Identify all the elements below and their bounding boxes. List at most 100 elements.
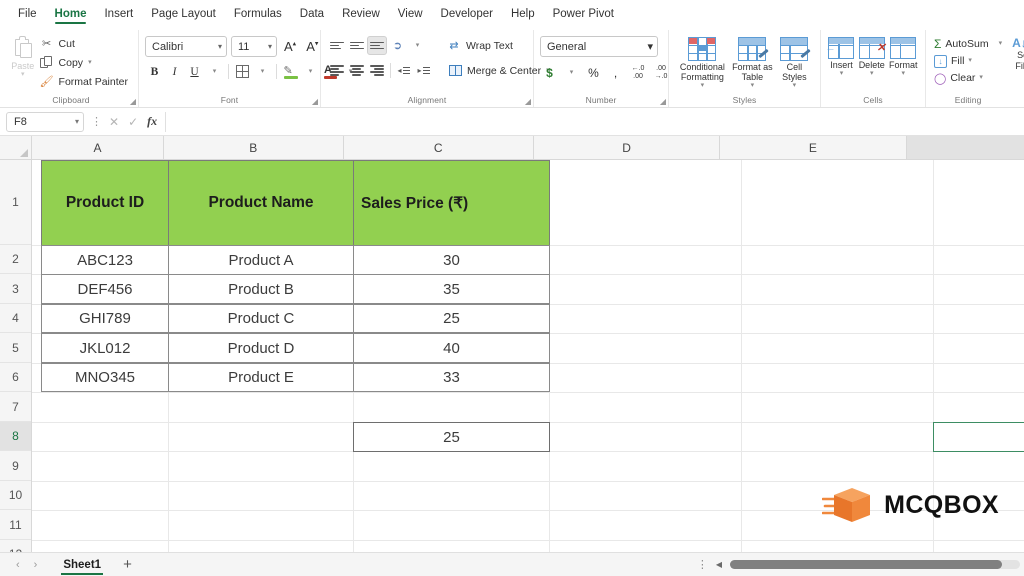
row-header-3[interactable]: 3 <box>0 274 31 304</box>
paste-button[interactable]: Paste ▾ <box>10 32 36 78</box>
delete-cells-button[interactable]: ✕ Delete ▾ <box>856 34 888 77</box>
row-header-11[interactable]: 11 <box>0 510 31 540</box>
row-header-9[interactable]: 9 <box>0 451 31 481</box>
cell-B6[interactable]: Product E <box>168 363 354 392</box>
conditional-formatting-button[interactable]: Conditional Formatting ▾ <box>675 34 730 89</box>
horizontal-scrollbar[interactable] <box>730 560 1020 569</box>
menu-tab-formulas[interactable]: Formulas <box>226 4 290 24</box>
next-sheet-button[interactable]: › <box>34 559 38 571</box>
decrease-decimal-button[interactable]: .00→.0 <box>651 63 671 82</box>
cell-C1-sales-price[interactable]: Sales Price (₹) <box>353 160 550 246</box>
bold-button[interactable]: B <box>145 62 164 81</box>
orientation-dropdown[interactable]: ▾ <box>408 36 427 55</box>
currency-dropdown[interactable]: ▾ <box>562 63 581 82</box>
cancel-icon[interactable]: ✕ <box>109 115 119 129</box>
format-painter-button[interactable]: 🖌 Format Painter <box>36 73 132 90</box>
clipboard-dialog-launcher[interactable]: ◢ <box>130 97 136 106</box>
sheet-tab-sheet1[interactable]: Sheet1 <box>53 559 111 571</box>
cell-C5[interactable]: 40 <box>353 333 550 363</box>
wrap-text-button[interactable]: ⇄ Wrap Text <box>443 37 517 54</box>
cell-C6[interactable]: 33 <box>353 363 550 392</box>
format-cells-button[interactable]: Format ▾ <box>887 34 919 77</box>
increase-decimal-button[interactable]: ←.0.00 <box>628 63 648 82</box>
menu-tab-page-layout[interactable]: Page Layout <box>143 4 224 24</box>
borders-button[interactable] <box>233 62 252 81</box>
menu-tab-power-pivot[interactable]: Power Pivot <box>545 4 622 24</box>
menu-tab-insert[interactable]: Insert <box>96 4 141 24</box>
row-header-4[interactable]: 4 <box>0 304 31 333</box>
cell-C8-result[interactable]: 25 <box>353 422 550 452</box>
cell-A1-product-id[interactable]: Product ID <box>41 160 169 246</box>
scrollbar-thumb[interactable] <box>730 560 1002 569</box>
name-box[interactable]: F8 ▾ <box>6 112 84 132</box>
number-format-select[interactable]: General ▾ <box>540 36 658 57</box>
selected-cell-F8[interactable] <box>933 422 1024 452</box>
menu-tab-data[interactable]: Data <box>292 4 332 24</box>
sort-filter-button[interactable]: A↓▼ Sort Filter <box>1010 30 1024 107</box>
add-sheet-button[interactable]: + <box>111 556 144 573</box>
chevron-down-icon[interactable]: ▾ <box>999 41 1003 47</box>
comma-style-button[interactable]: , <box>606 63 625 82</box>
chevron-down-icon[interactable]: ▾ <box>979 75 983 81</box>
cell-B3[interactable]: Product B <box>168 274 354 304</box>
column-header-d[interactable]: D <box>534 136 720 159</box>
font-size-select[interactable]: 11 ▾ <box>231 36 277 57</box>
align-right-button[interactable] <box>367 61 386 80</box>
column-header-b[interactable]: B <box>164 136 344 159</box>
menu-tab-view[interactable]: View <box>390 4 431 24</box>
cell-C2[interactable]: 30 <box>353 245 550 275</box>
scrollbar-grip[interactable]: ⋮ <box>697 558 708 571</box>
row-header-10[interactable]: 10 <box>0 481 31 510</box>
align-bottom-button[interactable] <box>367 36 387 55</box>
chevron-down-icon[interactable]: ▾ <box>968 58 972 64</box>
cell-A6[interactable]: MNO345 <box>41 363 169 392</box>
autosum-button[interactable]: Σ AutoSum ▾ <box>932 35 1004 52</box>
cell-styles-button[interactable]: Cell Styles ▾ <box>775 34 814 89</box>
menu-tab-home[interactable]: Home <box>47 4 95 24</box>
column-header-f[interactable] <box>907 136 1024 159</box>
percent-style-button[interactable]: % <box>584 63 603 82</box>
fill-color-button[interactable]: ✎ <box>281 62 300 81</box>
copy-button[interactable]: Copy ▾ <box>36 54 132 71</box>
cell-A2[interactable]: ABC123 <box>41 245 169 275</box>
column-header-a[interactable]: A <box>32 136 164 159</box>
align-middle-button[interactable] <box>347 36 366 55</box>
insert-cells-button[interactable]: ← Insert ▾ <box>827 34 856 77</box>
font-name-select[interactable]: Calibri ▾ <box>145 36 227 57</box>
row-header-7[interactable]: 7 <box>0 392 31 422</box>
decrease-indent-button[interactable]: ◂ <box>395 61 414 80</box>
chevron-down-icon[interactable]: ▾ <box>21 72 25 78</box>
cell-A5[interactable]: JKL012 <box>41 333 169 363</box>
formula-input[interactable] <box>165 112 1018 132</box>
cell-A4[interactable]: GHI789 <box>41 304 169 333</box>
row-header-6[interactable]: 6 <box>0 363 31 392</box>
cell-C3[interactable]: 35 <box>353 274 550 304</box>
column-header-e[interactable]: E <box>720 136 906 159</box>
number-dialog-launcher[interactable]: ◢ <box>660 97 666 106</box>
row-header-5[interactable]: 5 <box>0 333 31 363</box>
font-dialog-launcher[interactable]: ◢ <box>312 97 318 106</box>
increase-indent-button[interactable]: ▸ <box>415 61 434 80</box>
menu-tab-review[interactable]: Review <box>334 4 388 24</box>
underline-button[interactable]: U <box>185 62 204 81</box>
menu-tab-help[interactable]: Help <box>503 4 543 24</box>
cut-button[interactable]: ✂ Cut <box>36 35 132 52</box>
fill-color-dropdown[interactable]: ▾ <box>301 62 320 81</box>
scroll-left-arrow-icon[interactable]: ◀ <box>716 560 722 569</box>
cell-B1-product-name[interactable]: Product Name <box>168 160 354 246</box>
chevron-down-icon[interactable]: ▾ <box>88 60 92 66</box>
cell-A3[interactable]: DEF456 <box>41 274 169 304</box>
italic-button[interactable]: I <box>165 62 184 81</box>
previous-sheet-button[interactable]: ‹ <box>16 559 20 571</box>
cell-B2[interactable]: Product A <box>168 245 354 275</box>
currency-button[interactable]: $ <box>540 63 559 82</box>
increase-font-size-button[interactable]: A▴ <box>281 39 299 54</box>
menu-tab-developer[interactable]: Developer <box>433 4 501 24</box>
underline-dropdown[interactable]: ▾ <box>205 62 224 81</box>
row-header-2[interactable]: 2 <box>0 245 31 274</box>
borders-dropdown[interactable]: ▾ <box>253 62 272 81</box>
align-top-button[interactable] <box>327 36 346 55</box>
row-header-8[interactable]: 8 <box>0 422 31 451</box>
clear-button[interactable]: ◯ Clear ▾ <box>932 70 985 86</box>
menu-tab-file[interactable]: File <box>10 4 45 24</box>
